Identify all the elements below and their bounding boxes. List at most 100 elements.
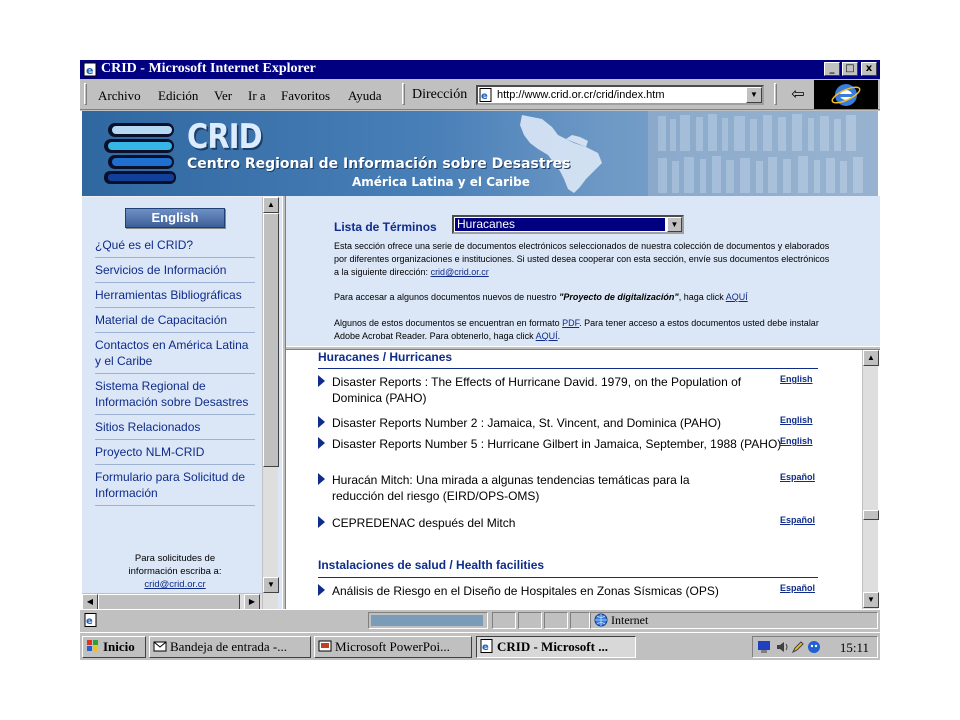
request-info: Para solicitudes de información escriba …	[95, 552, 255, 591]
svg-text:e: e	[481, 91, 488, 102]
intro-email-link[interactable]: crid@crid.or.cr	[431, 267, 489, 277]
bookshelf-image	[648, 111, 878, 196]
nav-contactos[interactable]: Contactos en América Latina y el Caribe	[95, 333, 255, 374]
content-scrollbar[interactable]: ▲ ▼	[862, 350, 879, 609]
english-button[interactable]: English	[125, 208, 225, 228]
address-input[interactable]: e http://www.crid.or.cr/crid/index.htm ▼	[476, 85, 764, 105]
list-item: Huracán Mitch: Una mirada a algunas tend…	[318, 472, 818, 506]
nav-material[interactable]: Material de Capacitación	[95, 308, 255, 333]
menu-ver[interactable]: Ver	[214, 88, 232, 104]
task-crid[interactable]: e CRID - Microsoft ...	[476, 636, 636, 658]
task-label: Bandeja de entrada -...	[170, 639, 287, 654]
task-powerpoint[interactable]: Microsoft PowerPoi...	[314, 636, 472, 658]
address-dropdown-icon[interactable]: ▼	[746, 87, 762, 103]
minimize-button[interactable]: _	[824, 62, 840, 76]
doc-title[interactable]: Análisis de Riesgo en el Diseño de Hospi…	[332, 583, 782, 599]
lista-terminos-label: Lista de Términos	[334, 220, 437, 234]
nav-sistema-regional[interactable]: Sistema Regional de Información sobre De…	[95, 374, 255, 415]
crid-logo-text: CRID	[187, 117, 263, 157]
powerpoint-icon	[318, 640, 332, 652]
left-hscrollbar[interactable]: ◀ ▶	[82, 593, 262, 609]
doc-title[interactable]: CEPREDENAC después del Mitch	[332, 515, 782, 531]
content-scroll-thumb[interactable]	[863, 510, 879, 520]
p3-aqui-link[interactable]: AQUÍ	[536, 331, 558, 341]
nav-sitios[interactable]: Sitios Relacionados	[95, 415, 255, 440]
status-cell	[518, 612, 542, 629]
menu-archivo[interactable]: Archivo	[98, 88, 141, 104]
clock[interactable]: 15:11	[840, 640, 869, 656]
chat-icon[interactable]	[807, 640, 821, 654]
bullet-icon	[318, 516, 325, 528]
left-scrollbar[interactable]: ▲ ▼	[262, 197, 279, 609]
intro-text: Esta sección ofrece una serie de documen…	[334, 241, 830, 277]
doc-title[interactable]: Disaster Reports Number 2 : Jamaica, St.…	[332, 415, 782, 431]
scroll-up-icon[interactable]: ▲	[863, 350, 879, 366]
crid-banner: CRID Centro Regional de Información sobr…	[82, 111, 878, 196]
svg-text:e: e	[482, 642, 489, 653]
scroll-right-icon[interactable]: ▶	[244, 594, 260, 609]
ie-logo-icon	[814, 80, 878, 109]
menu-edicion[interactable]: Edición	[158, 88, 198, 104]
toolbar-grip[interactable]	[84, 83, 87, 105]
doc-lang-link[interactable]: Español	[780, 515, 815, 525]
page-icon: e	[479, 88, 492, 102]
lista-terminos-select[interactable]: Huracanes ▼	[452, 215, 684, 234]
maximize-button[interactable]: □	[842, 62, 858, 76]
left-hscroll-thumb[interactable]	[98, 594, 240, 609]
task-inbox[interactable]: Bandeja de entrada -...	[149, 636, 311, 658]
inbox-icon	[153, 641, 167, 652]
nav-que-es-crid[interactable]: ¿Qué es el CRID?	[95, 233, 255, 258]
lista-selected-value: Huracanes	[455, 218, 665, 231]
ie-page-icon: e	[83, 62, 97, 77]
doc-lang-link[interactable]: English	[780, 374, 813, 384]
scroll-up-icon[interactable]: ▲	[263, 197, 279, 213]
doc-title[interactable]: Disaster Reports Number 5 : Hurricane Gi…	[332, 436, 782, 452]
nav-formulario[interactable]: Formulario para Solicitud de Información	[95, 465, 255, 506]
list-item: CEPREDENAC después del Mitch Español	[318, 515, 818, 533]
menu-ir-a[interactable]: Ir a	[248, 88, 266, 104]
nav-proyecto[interactable]: Proyecto NLM-CRID	[95, 440, 255, 465]
scroll-down-icon[interactable]: ▼	[263, 577, 279, 593]
network-icon[interactable]	[757, 640, 773, 654]
left-nav-frame: English ¿Qué es el CRID? Servicios de In…	[82, 196, 282, 609]
start-button[interactable]: Inicio	[82, 636, 146, 658]
page-status-icon: e	[84, 613, 97, 627]
chevron-down-icon[interactable]: ▼	[667, 217, 682, 232]
p2-tail: , haga click	[678, 292, 726, 302]
close-button[interactable]: x	[861, 62, 877, 76]
doc-title[interactable]: Disaster Reports : The Effects of Hurric…	[332, 374, 782, 406]
scroll-left-icon[interactable]: ◀	[82, 594, 98, 609]
p2-aqui-link[interactable]: AQUÍ	[726, 292, 748, 302]
request-line2: información escriba a:	[128, 566, 222, 577]
start-label: Inicio	[103, 639, 135, 654]
speaker-icon[interactable]	[775, 640, 789, 654]
doc-lang-link[interactable]: Español	[780, 472, 815, 482]
progress-cell	[368, 612, 488, 629]
section-rule	[318, 577, 818, 578]
links-grip[interactable]	[774, 83, 777, 105]
left-scroll-thumb[interactable]	[263, 213, 279, 467]
section-health: Instalaciones de salud / Health faciliti…	[318, 558, 545, 572]
terms-frame: Lista de Términos Huracanes ▼ Esta secci…	[286, 196, 880, 346]
doc-lang-link[interactable]: English	[780, 415, 813, 425]
doc-lang-link[interactable]: English	[780, 436, 813, 446]
p3-pdf-link[interactable]: PDF	[562, 318, 579, 328]
doc-lang-link[interactable]: Español	[780, 583, 815, 593]
bullet-icon	[318, 375, 325, 387]
system-tray: 15:11	[752, 636, 878, 658]
pencil-icon[interactable]	[791, 640, 805, 654]
p3-a: Algunos de estos documentos se encuentra…	[334, 318, 563, 328]
back-arrow-icon[interactable]: ⇦	[786, 86, 810, 104]
menu-ayuda[interactable]: Ayuda	[348, 88, 381, 104]
status-cell	[544, 612, 568, 629]
documents-frame: Huracanes / Hurricanes Disaster Reports …	[286, 350, 864, 609]
menu-favoritos[interactable]: Favoritos	[281, 88, 330, 104]
bullet-icon	[318, 584, 325, 596]
nav-herramientas[interactable]: Herramientas Bibliográficas	[95, 283, 255, 308]
request-email-link[interactable]: crid@crid.or.cr	[95, 578, 255, 591]
address-grip[interactable]	[402, 83, 405, 105]
menu-bar: Archivo Edición Ver Ir a Favoritos Ayuda…	[80, 79, 880, 110]
nav-servicios[interactable]: Servicios de Información	[95, 258, 255, 283]
scroll-down-icon[interactable]: ▼	[863, 592, 879, 608]
doc-title[interactable]: Huracán Mitch: Una mirada a algunas tend…	[332, 472, 692, 504]
